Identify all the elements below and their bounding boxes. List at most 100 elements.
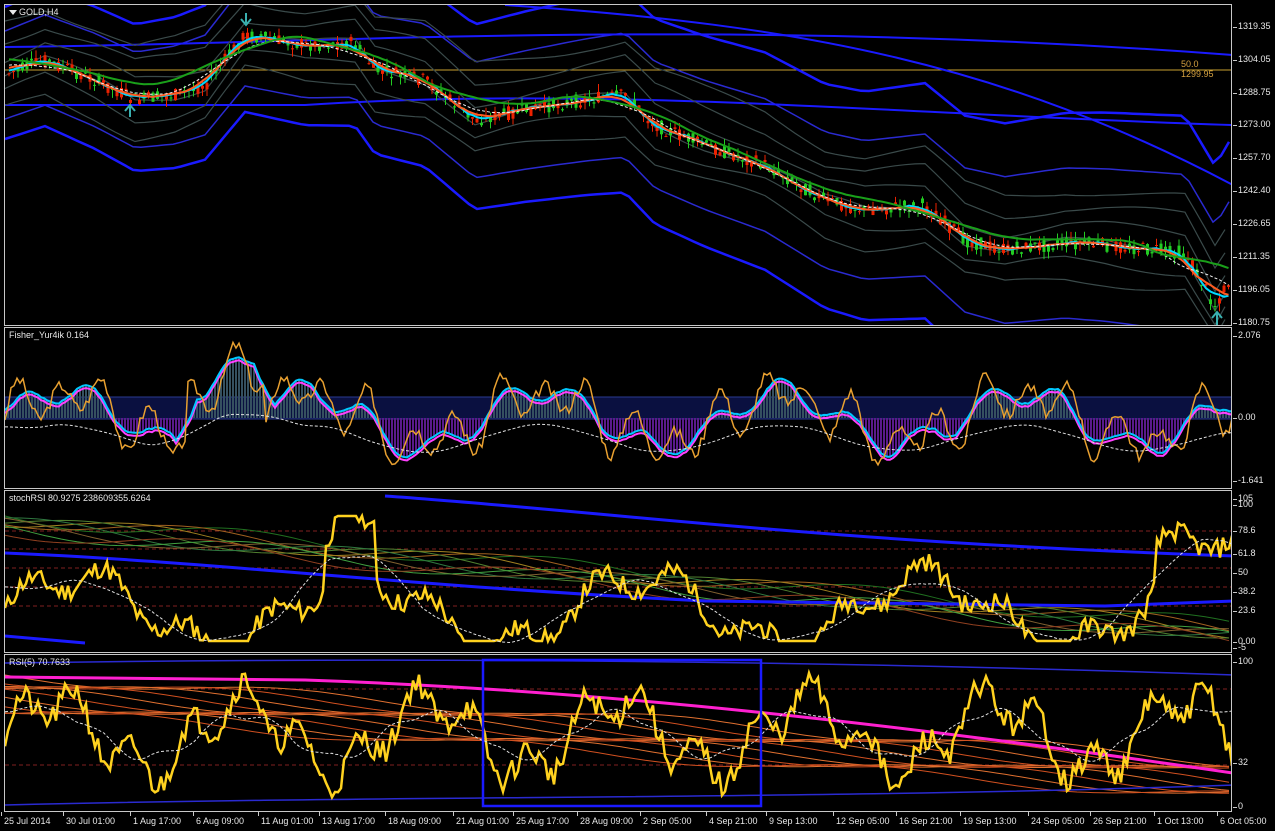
time-label: 12 Sep 05:00 (833, 812, 890, 826)
candle-body (570, 98, 573, 101)
candle-body (1051, 247, 1055, 251)
stochrsi-indicator-pane[interactable]: stochRSI 80.9275 238609355.6264 (4, 490, 1232, 653)
fisher-scale-tick: 0.00 (1233, 412, 1256, 422)
price-scale-tick: 1304.05 (1233, 54, 1271, 64)
candle-body (138, 99, 141, 105)
time-label: 6 Oct 05:00 (1217, 812, 1267, 826)
price-scale-tick: 1180.75 (1233, 317, 1270, 327)
bollinger-band-line (5, 85, 1140, 325)
candle-body (12, 71, 15, 73)
rsi-indicator-pane[interactable]: RSI(5) 70.7633 (4, 654, 1232, 812)
stochrsi-scale: 105 100 78.6 61.8 50 38.2 23.6 0.00 -5 (1232, 490, 1275, 653)
candle-body (381, 70, 384, 74)
fisher-label: Fisher_Yur4ik 0.164 (9, 330, 90, 340)
time-axis: 25 Jul 2014 30 Jul 01:00 1 Aug 17:00 6 Aug … (0, 812, 1275, 831)
time-label: 4 Sep 21:00 (706, 812, 758, 826)
price-scale-tick: 1288.75 (1233, 87, 1271, 97)
candle-body (309, 46, 312, 51)
moving-average-line (8, 37, 1229, 296)
candle-body (327, 47, 330, 49)
time-label: 1 Oct 13:00 (1154, 812, 1204, 826)
price-scale-tick: 1257.70 (1233, 152, 1271, 162)
candle-body (561, 109, 564, 111)
price-chart-pane[interactable]: GOLD,H4 50.0 1299.95 (4, 4, 1232, 326)
candle-body (1150, 251, 1154, 254)
stochrsi-scale-tick: -5 (1232, 642, 1247, 652)
time-label: 24 Sep 05:00 (1028, 812, 1085, 826)
stochrsi-scale-tick: 78.6 (1233, 525, 1256, 535)
candle-body (102, 80, 105, 83)
candle-body (129, 99, 132, 103)
stochrsi-canvas (5, 494, 1231, 646)
candle-body (453, 106, 456, 108)
time-label: 30 Jul 01:00 (62, 812, 116, 826)
time-label: 13 Aug 17:00 (318, 812, 376, 826)
time-label: 25 Jul 2014 (1, 812, 51, 826)
rsi-label: RSI(5) 70.7633 (9, 657, 71, 667)
price-scale-tick: 1226.65 (1233, 218, 1271, 228)
candle-body (1020, 252, 1023, 254)
time-label: 2 Sep 05:00 (640, 812, 692, 826)
candle-body (421, 73, 425, 75)
candle-body (592, 102, 596, 104)
rsi-band-outer (5, 659, 1231, 676)
candle-body (241, 33, 245, 40)
time-label: 21 Aug 01:00 (452, 812, 510, 826)
stochrsi-scale-tick: 100 (1232, 499, 1254, 509)
candle-body (264, 31, 267, 37)
candle-body (1123, 249, 1127, 252)
candle-body (475, 118, 479, 123)
candle-body (718, 152, 722, 156)
candle-body (93, 84, 96, 86)
envelope-line (5, 36, 1226, 312)
candle-body (1092, 245, 1095, 248)
time-label: 11 Aug 01:00 (257, 812, 314, 826)
time-label: 1 Aug 17:00 (129, 812, 182, 826)
candle-body (705, 140, 708, 143)
candle-body (646, 120, 650, 124)
fisher-scale-tick: 2.076 (1233, 330, 1261, 340)
stochrsi-blue-trend (5, 634, 86, 645)
candle-body (903, 200, 906, 206)
fisher-canvas (5, 340, 1231, 467)
candle-body (480, 122, 483, 126)
candle-body (610, 91, 614, 93)
upper-band-line (5, 33, 1231, 56)
rsi-scale-tick: 100 (1232, 656, 1254, 666)
candle-body (201, 85, 204, 89)
candle-body (1227, 285, 1230, 287)
candle-body (741, 160, 744, 162)
bollinger-band-line (5, 110, 934, 325)
fisher-scale: 2.076 0.00 -1.641 (1233, 327, 1275, 489)
candle-body (997, 251, 1001, 253)
price-scale: 1319.35 1304.05 1288.75 1273.00 1257.70 1242.… (1233, 4, 1275, 327)
rsi-band-outer (5, 784, 1231, 806)
candle-body (673, 127, 677, 129)
candle-body (799, 189, 803, 193)
stochrsi-label: stochRSI 80.9275 238609355.6264 (9, 493, 151, 503)
candle-body (579, 105, 582, 108)
price-chart-canvas (5, 5, 1231, 325)
candle-body (291, 48, 294, 50)
fisher-indicator-pane[interactable]: Fisher_Yur4ik 0.164 (4, 327, 1232, 489)
candle-body (169, 97, 173, 99)
time-label: 28 Aug 09:00 (576, 812, 634, 826)
time-label: 16 Sep 21:00 (896, 812, 953, 826)
candle-body (502, 108, 506, 113)
candle-body (205, 83, 209, 90)
price-scale-tick: 1242.40 (1233, 185, 1271, 195)
time-label: 19 Sep 13:00 (960, 812, 1017, 826)
candle-body (349, 36, 353, 42)
rsi-main-line (5, 668, 1231, 801)
candle-body (358, 44, 362, 50)
envelope-line (5, 18, 1226, 293)
candle-body (1033, 242, 1037, 244)
symbol-label: GOLD,H4 (19, 7, 59, 17)
candle-body (619, 89, 623, 91)
candle-body (1137, 251, 1140, 253)
time-label: 26 Sep 21:00 (1090, 812, 1147, 826)
price-scale-tick: 1211.35 (1233, 251, 1270, 261)
rsi-canvas (5, 658, 1231, 808)
time-label: 25 Aug 17:00 (512, 812, 570, 826)
fisher-zero-band (5, 396, 1231, 420)
